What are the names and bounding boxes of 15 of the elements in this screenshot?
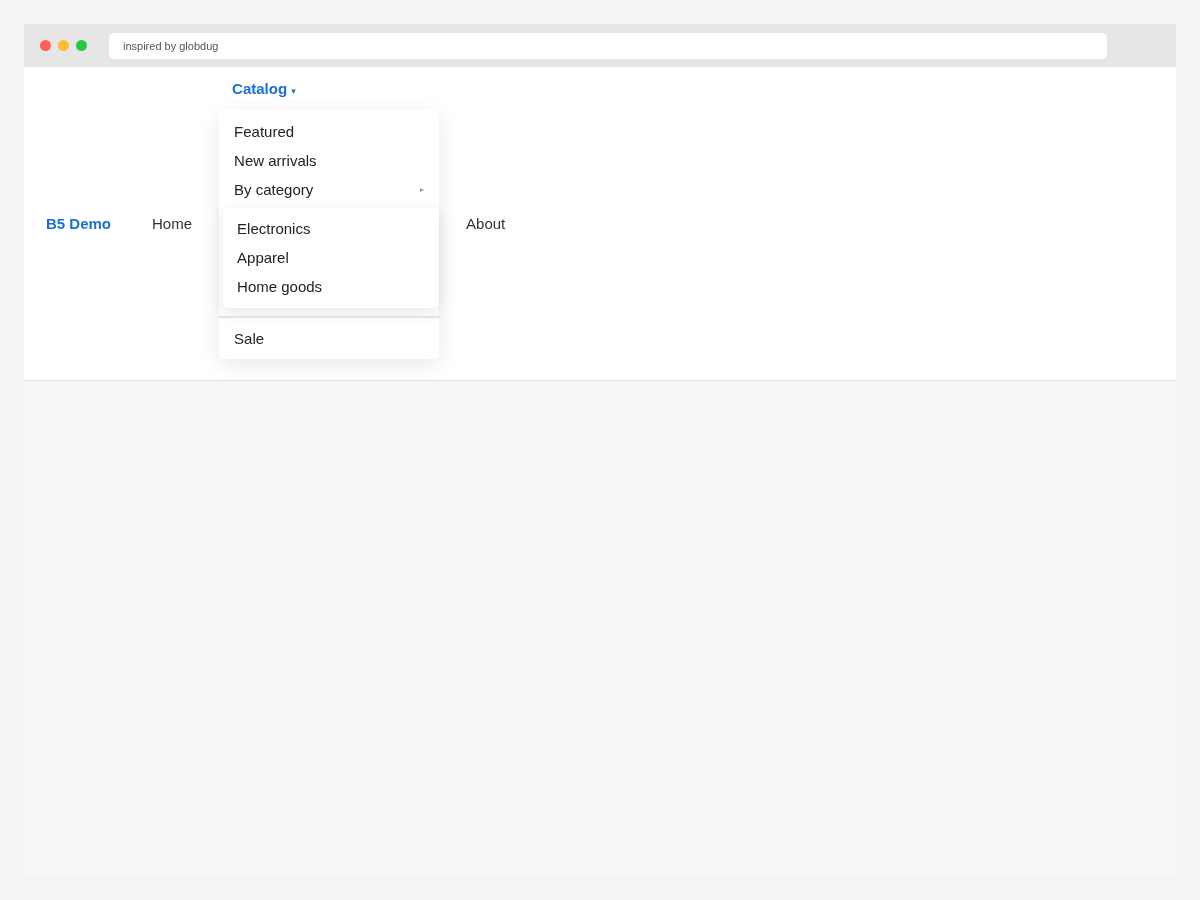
close-button[interactable] [40, 40, 51, 51]
menu-item[interactable]: Electronics [223, 214, 440, 243]
nav-link[interactable]: Home [138, 215, 207, 232]
menu-item[interactable]: Apparel [223, 243, 440, 272]
menu-item[interactable]: Home goods [223, 272, 440, 301]
menu-item[interactable]: New arrivals [219, 146, 440, 175]
dropdown-toggle[interactable]: Catalog ▾ [219, 80, 309, 97]
minimize-button[interactable] [58, 40, 69, 51]
maximize-button[interactable] [76, 40, 87, 51]
menu-item[interactable]: Featured [219, 117, 440, 146]
brand-link[interactable]: B5 Demo [46, 215, 112, 232]
nav-link[interactable]: About [452, 215, 520, 232]
menu-item[interactable]: Sale [219, 324, 440, 353]
address-bar[interactable]: inspired by globdug [109, 32, 1107, 59]
submenu-item[interactable]: By category ▸ [219, 175, 440, 204]
